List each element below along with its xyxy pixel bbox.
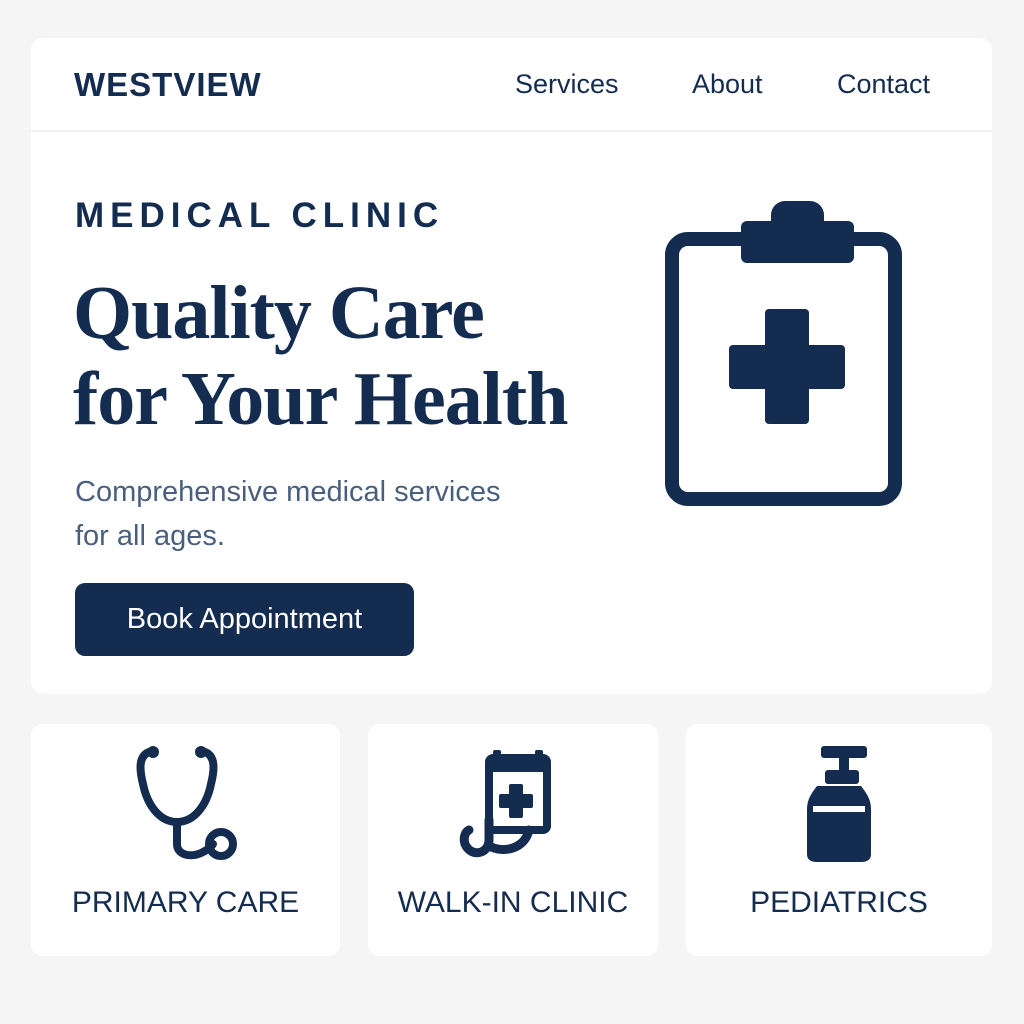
hero-subtitle-line-1: Comprehensive medical services: [75, 476, 501, 508]
brand-logo[interactable]: WESTVIEW: [74, 66, 262, 104]
hero-headline-line-2: for Your Health: [73, 357, 568, 441]
hero-eyebrow: MEDICAL CLINIC: [75, 196, 445, 235]
service-label-pediatrics: PEDIATRICS: [750, 886, 928, 919]
hero-card: WESTVIEW Services About Contact MEDICAL …: [31, 38, 992, 694]
service-card-primary-care[interactable]: PRIMARY CARE: [31, 724, 340, 956]
service-label-primary-care: PRIMARY CARE: [71, 886, 300, 919]
clipboard-medical-cross-icon: [665, 201, 902, 506]
hero-headline-line-1: Quality Care: [73, 271, 485, 355]
service-card-walk-in-clinic[interactable]: WALK-IN CLINIC: [368, 724, 658, 956]
navbar: WESTVIEW Services About Contact: [31, 38, 992, 132]
service-label-walk-in-clinic: WALK-IN CLINIC: [397, 886, 629, 919]
nav-link-services[interactable]: Services: [515, 69, 619, 100]
nav-link-contact[interactable]: Contact: [837, 69, 930, 100]
hero-subtitle-line-2: for all ages.: [75, 520, 225, 552]
bottle-icon: [807, 746, 871, 862]
book-appointment-button[interactable]: Book Appointment: [75, 583, 414, 656]
hero-subtitle: Comprehensive medical services for all a…: [75, 470, 595, 558]
nav-link-about[interactable]: About: [692, 69, 763, 100]
calendar-medical-icon: [459, 750, 551, 858]
service-card-pediatrics[interactable]: PEDIATRICS: [686, 724, 992, 956]
hero-headline: Quality Care for Your Health: [73, 270, 673, 442]
stethoscope-icon: [136, 746, 237, 860]
